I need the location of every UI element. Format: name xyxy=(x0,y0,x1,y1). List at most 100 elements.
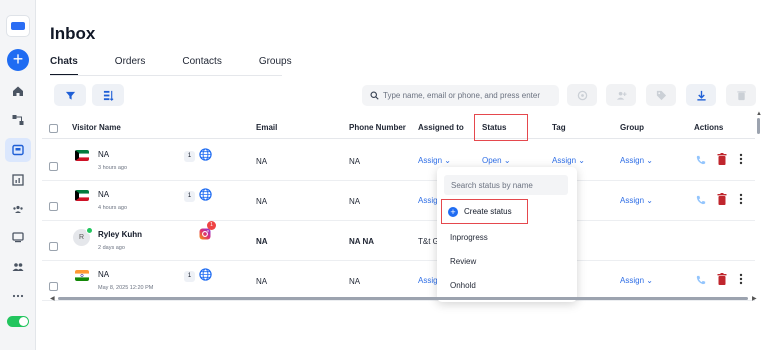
visitor-time: 2 days ago xyxy=(98,245,125,251)
table-header: Visitor Name Email Phone Number Assigned… xyxy=(42,117,755,139)
row-checkbox[interactable] xyxy=(49,282,58,291)
export-button[interactable] xyxy=(686,84,716,106)
status-option[interactable]: Onhold xyxy=(450,281,476,290)
horizontal-scrollbar[interactable] xyxy=(58,297,748,300)
download-icon xyxy=(696,90,706,101)
group-label: Assign xyxy=(620,276,645,285)
assigned-agent[interactable]: T&t G xyxy=(418,237,439,246)
phone-cell: NA xyxy=(349,157,361,166)
tab-contacts[interactable]: Contacts xyxy=(182,56,221,76)
online-toggle[interactable] xyxy=(7,316,29,327)
status-label: Open xyxy=(482,156,502,165)
tab-orders[interactable]: Orders xyxy=(115,56,146,76)
table-row[interactable]: NA 4 hours ago 1 NA NA Assig Assign ⌄ xyxy=(42,181,755,221)
chevron-down-icon: ⌄ xyxy=(646,196,653,205)
search-input[interactable] xyxy=(383,91,553,100)
contacts-icon[interactable] xyxy=(8,201,28,217)
user-plus-icon xyxy=(616,91,627,100)
table-row[interactable]: NA 3 hours ago 1 NA NA Assign ⌄ Open ⌄ A… xyxy=(42,141,755,181)
group-dropdown[interactable]: Assign ⌄ xyxy=(620,276,653,285)
bulk-delete-button[interactable] xyxy=(726,84,756,106)
row-checkbox[interactable] xyxy=(49,202,58,211)
plus-circle-icon: + xyxy=(448,206,458,217)
kuwait-flag-icon xyxy=(75,150,89,161)
tag-icon xyxy=(656,90,666,100)
create-status-label: Create status xyxy=(464,207,512,216)
chevron-down-icon: ⌄ xyxy=(444,156,451,165)
create-status-button[interactable]: + Create status xyxy=(441,199,528,224)
phone-icon[interactable] xyxy=(696,195,706,205)
visitor-time: 3 hours ago xyxy=(98,165,128,171)
tab-chats[interactable]: Chats xyxy=(50,56,78,76)
sort-button[interactable] xyxy=(92,84,124,106)
email-cell: NA xyxy=(256,237,268,246)
trash-icon[interactable] xyxy=(717,153,727,165)
analytics-icon[interactable] xyxy=(8,172,28,188)
team-icon[interactable] xyxy=(8,259,28,275)
page-title: Inbox xyxy=(50,24,96,43)
visitor-name[interactable]: NA xyxy=(98,270,109,279)
scroll-left-arrow[interactable]: ◀ xyxy=(50,295,55,302)
status-dropdown[interactable]: Open ⌄ xyxy=(482,156,511,165)
status-search-box xyxy=(444,175,568,196)
status-circle-icon xyxy=(577,90,587,100)
row-checkbox[interactable] xyxy=(49,242,58,251)
trash-icon xyxy=(736,90,746,100)
assign-agent-dropdown[interactable]: Assig xyxy=(418,276,438,285)
col-email[interactable]: Email xyxy=(256,123,277,132)
broadcast-icon[interactable] xyxy=(8,229,28,245)
more-options-icon[interactable] xyxy=(739,273,743,285)
bulk-tag-button[interactable] xyxy=(646,84,676,106)
col-visitor-name[interactable]: Visitor Name xyxy=(72,123,121,132)
visitor-name[interactable]: Ryley Kuhn xyxy=(98,230,142,239)
status-option[interactable]: Review xyxy=(450,257,476,266)
chevron-down-icon: ⌄ xyxy=(646,156,653,165)
tab-bar: Chats Orders Contacts Groups xyxy=(50,56,329,76)
group-dropdown[interactable]: Assign ⌄ xyxy=(620,156,653,165)
scroll-right-arrow[interactable]: ▶ xyxy=(752,295,757,302)
visitor-name[interactable]: NA xyxy=(98,190,109,199)
more-icon[interactable] xyxy=(8,288,28,304)
home-icon[interactable] xyxy=(8,83,28,99)
tab-groups[interactable]: Groups xyxy=(259,56,292,76)
table-row[interactable]: R Ryley Kuhn 2 days ago 1 NA NA NA T&t G xyxy=(42,221,755,261)
col-phone-number[interactable]: Phone Number xyxy=(349,123,406,132)
phone-icon[interactable] xyxy=(696,275,706,285)
more-options-icon[interactable] xyxy=(739,193,743,205)
tag-dropdown[interactable]: Assign ⌄ xyxy=(552,156,585,165)
table-row[interactable]: NA May 8, 2025 12:20 PM 1 NA NA Assig As… xyxy=(42,261,755,301)
trash-icon[interactable] xyxy=(717,273,727,285)
more-options-icon[interactable] xyxy=(739,153,743,165)
status-search-input[interactable] xyxy=(444,175,562,196)
chevron-down-icon: ⌄ xyxy=(578,156,585,165)
app-logo[interactable] xyxy=(6,15,30,37)
filter-button[interactable] xyxy=(54,84,86,106)
new-chat-button[interactable]: + xyxy=(7,49,29,71)
online-status-dot xyxy=(86,227,93,234)
phone-icon[interactable] xyxy=(696,155,706,165)
india-flag-icon xyxy=(75,270,89,281)
vertical-scrollbar[interactable] xyxy=(757,118,760,134)
visitor-name[interactable]: NA xyxy=(98,150,109,159)
trash-icon[interactable] xyxy=(717,193,727,205)
chevron-down-icon: ⌄ xyxy=(646,276,653,285)
email-cell: NA xyxy=(256,277,268,286)
group-label: Assign xyxy=(620,156,645,165)
col-tag[interactable]: Tag xyxy=(552,123,566,132)
col-actions[interactable]: Actions xyxy=(694,123,723,132)
assign-label: Assign xyxy=(418,156,443,165)
assign-agent-dropdown[interactable]: Assig xyxy=(418,196,438,205)
status-option[interactable]: Inprogress xyxy=(450,233,488,242)
inbox-icon[interactable] xyxy=(5,138,31,162)
group-dropdown[interactable]: Assign ⌄ xyxy=(620,196,653,205)
scroll-up-arrow[interactable]: ▲ xyxy=(756,111,762,117)
sort-icon xyxy=(103,90,113,101)
row-checkbox[interactable] xyxy=(49,162,58,171)
select-all-checkbox[interactable] xyxy=(49,124,58,133)
assign-agent-dropdown[interactable]: Assign ⌄ xyxy=(418,156,451,165)
bulk-status-button[interactable] xyxy=(567,84,597,106)
col-assigned-to[interactable]: Assigned to xyxy=(418,123,464,132)
flows-icon[interactable] xyxy=(8,112,28,128)
col-group[interactable]: Group xyxy=(620,123,644,132)
bulk-assign-button[interactable] xyxy=(606,84,636,106)
